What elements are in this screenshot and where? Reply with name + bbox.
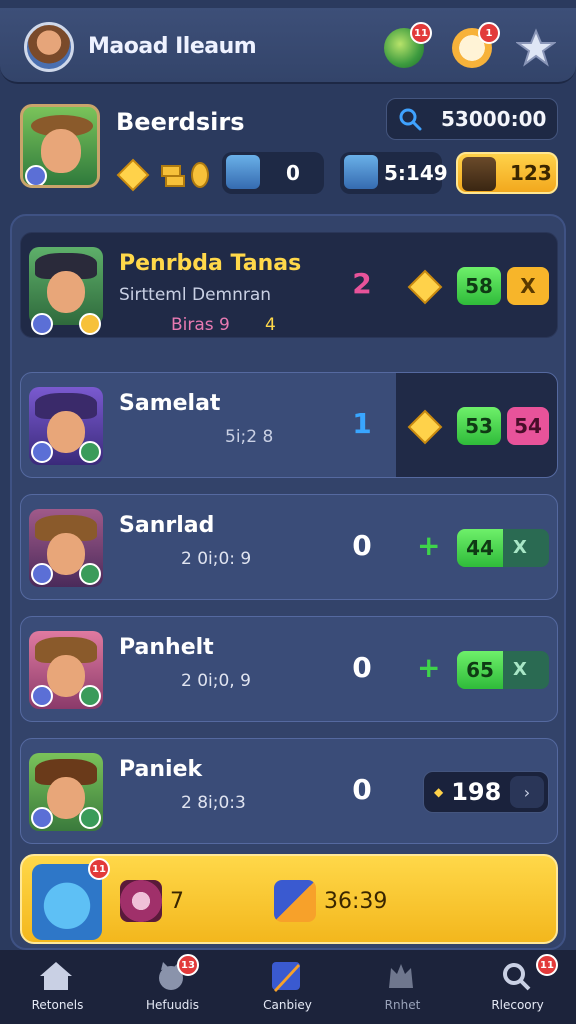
diamond-icon [116,158,150,192]
gem-counter: 7 [120,880,184,922]
player-name: Paniek [119,757,203,782]
score-pill[interactable]: 58 [457,267,501,305]
rank-number: 0 [352,773,372,806]
nav-item-battle[interactable]: Canbiey [230,950,345,1024]
nav-item-home[interactable]: Retonels [0,950,115,1024]
character-icon [226,155,260,189]
cat-icon[interactable]: 1 [452,22,500,68]
sword-icon [274,880,316,922]
home-icon [40,962,72,990]
star-icon[interactable] [514,28,558,68]
notification-badge: 1 [478,22,500,44]
diamond-icon [407,269,443,305]
level-badge-icon [31,807,53,829]
resource-chip[interactable]: 0 [222,152,324,194]
guild-badge-icon [79,563,101,585]
close-button[interactable]: X [507,267,549,305]
player-avatar[interactable] [24,22,74,72]
player-name: Panhelt [119,635,214,660]
pet-avatar: 11 [32,858,110,940]
timer-counter: 36:39 [274,880,387,922]
nav-item-friends[interactable]: 13 Hefuudis [115,950,230,1024]
guild-badge-icon [79,441,101,463]
list-item[interactable]: Samelat 5i;2 8 1 53 54 [20,372,558,478]
player-stat: Biras 9 [171,315,230,335]
score-pill[interactable]: 53 [457,407,501,445]
player-stat: 2 8i;0:3 [181,793,246,813]
diamond-icon [407,409,443,445]
player-stat: 4 [265,315,276,335]
sword-icon [272,962,300,992]
rank-number: 1 [352,407,372,440]
player-stat: 5i;2 8 [225,427,274,447]
coin-badge-icon [79,313,101,335]
rank-number: 2 [352,267,372,300]
notification-badge: 13 [177,954,199,976]
level-badge-icon [31,685,53,707]
score-pill[interactable]: 44 X [457,529,549,567]
gold-bars-icon [161,165,185,187]
search-field[interactable]: 53000:00 [386,98,558,140]
notification-badge: 11 [88,858,110,880]
list-item[interactable]: Penrbda Tanas Sirtteml Demnran Biras 9 4… [20,232,558,338]
level-badge-icon [31,441,53,463]
chevron-right-icon[interactable]: › [510,776,544,808]
gem-icon [120,880,162,922]
search-icon [503,963,531,991]
monster-icon [389,964,413,988]
player-name: Penrbda Tanas [119,251,302,276]
list-item[interactable]: Paniek 2 8i;0:3 0 ◆ 198 › [20,738,558,844]
globe-icon[interactable]: 11 [384,22,432,68]
bottom-nav: Retonels 13 Hefuudis Canbiey Rnhet 11 Rl… [0,950,576,1024]
score-pill[interactable]: 65 X [457,651,549,689]
nav-item-discover[interactable]: 11 Rlecoory [460,950,575,1024]
notification-badge: 11 [536,954,558,976]
list-item[interactable]: Sanrlad 2 0i;0: 9 0 + 44 X [20,494,558,600]
resource-chip[interactable]: 5:149 [340,152,448,194]
top-bar: Maoad Ileaum 11 1 [0,8,576,84]
player-name: Sanrlad [119,513,215,538]
search-icon [399,108,422,131]
level-badge-icon [25,165,47,185]
player-stat: 2 0i;0: 9 [181,549,252,569]
profile-avatar[interactable] [20,104,100,188]
page-title: Maoad Ileaum [88,34,257,59]
list-item[interactable]: Panhelt 2 0i;0, 9 0 + 65 X [20,616,558,722]
notification-badge: 11 [410,22,432,44]
guild-badge-icon [79,685,101,707]
score-display[interactable]: ◆ 198 › [423,771,549,813]
ready-bar[interactable]: 11 7 36:39 [20,854,558,944]
player-stat: 2 0i;0, 9 [181,671,251,691]
profile-section: Beerdsirs 53000:00 0 5:149 123 [0,92,576,204]
score-pill-secondary[interactable]: 54 [507,407,549,445]
profile-name: Beerdsirs [116,108,245,136]
rank-number: 0 [352,529,372,562]
player-name: Samelat [119,391,221,416]
guild-badge-icon [79,807,101,829]
level-badge-icon [31,313,53,335]
level-badge-icon [31,563,53,585]
player-title: Sirtteml Demnran [119,285,272,305]
rank-number: 0 [352,651,372,684]
search-value: 53000:00 [441,107,547,131]
add-icon[interactable]: + [417,651,440,684]
nav-item-pets[interactable]: Rnhet [345,950,460,1024]
character-icon [462,157,496,191]
coin-icon [191,162,209,188]
character-icon [344,155,378,189]
add-icon[interactable]: + [417,529,440,562]
gold-resource-chip[interactable]: 123 [456,152,558,194]
